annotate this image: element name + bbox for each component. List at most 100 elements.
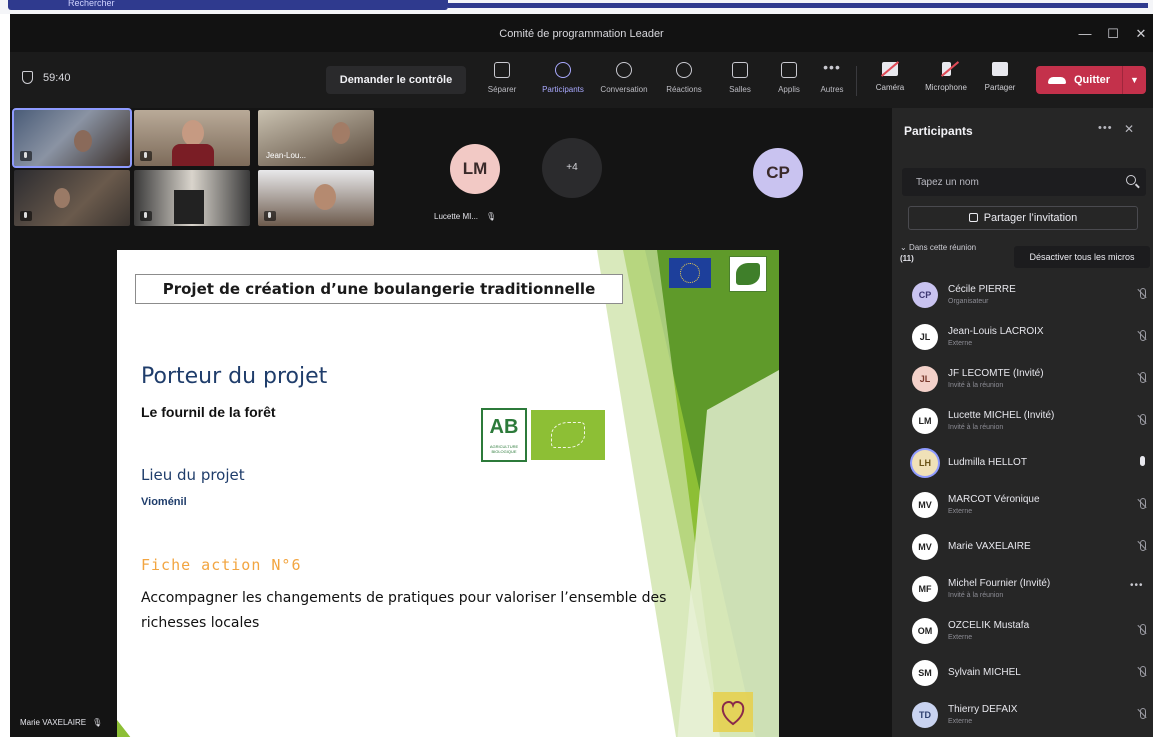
video-tile[interactable] [12,108,132,168]
mic-icon: 🎙 [92,718,103,727]
microphone-button[interactable]: Microphone [916,62,976,92]
heart-logo [713,692,753,732]
rooms-button[interactable]: Salles [712,62,768,94]
meeting-toolbar: 59:40 Demander le contrôle Séparer Parti… [10,52,1153,108]
participant-row[interactable]: SM Sylvain MICHEL [892,652,1153,694]
more-dots-icon: ••• [823,59,841,75]
participant-name-label: Lucette MI... [434,212,479,221]
participant-row[interactable]: CP Cécile PIERRE Organisateur [892,274,1153,316]
participant-row[interactable]: JL JF LECOMTE (Invité) Invité à la réunion [892,358,1153,400]
mic-off-icon[interactable] [1137,330,1147,342]
mute-all-button[interactable]: Désactiver tous les micros [1014,246,1150,268]
chat-icon [616,62,632,78]
video-tile[interactable] [14,170,130,226]
share-icon [992,62,1008,76]
avatar: TD [912,702,938,728]
participant-name: Marie VAXELAIRE [948,541,1031,552]
share-invitation-button[interactable]: Partager l’invitation [908,206,1138,230]
participant-row[interactable]: JL Jean-Louis LACROIX Externe [892,316,1153,358]
close-icon[interactable]: ✕ [1128,23,1153,45]
participant-name: Thierry DEFAIX [948,704,1018,715]
meeting-timer: 59:40 [22,71,71,84]
avatar[interactable]: CP [753,148,803,198]
mic-icon[interactable] [1137,456,1147,468]
breakout-rooms-icon [732,62,748,78]
chevron-down-icon[interactable]: ▼ [1122,66,1146,94]
taskbar-search[interactable]: Rechercher [8,0,448,10]
participant-face [74,130,92,152]
mic-off-icon[interactable] [1137,708,1147,720]
overflow-participants[interactable]: +4 [542,138,602,198]
participant-row[interactable]: LH Ludmilla HELLOT [892,442,1153,484]
search-placeholder: Tapez un nom [916,177,979,188]
share-invitation-label: Partager l’invitation [983,212,1078,224]
microphone-label: Microphone [925,83,967,92]
participant-role: Externe [948,508,973,515]
avatar: MF [912,576,938,602]
avatar: JL [912,324,938,350]
search-input[interactable]: Tapez un nom [902,168,1146,196]
participant-silhouette [174,190,204,224]
participant-face [54,188,70,208]
chevron-down-icon: ⌄ [900,243,907,252]
mic-icon [20,151,32,161]
mic-off-icon[interactable] [1137,288,1147,300]
ab-logo-subtext: AGRICULTURE BIOLOGIQUE [489,444,519,454]
participant-role: Externe [948,718,973,725]
conversation-label: Conversation [600,85,648,94]
mic-off-icon[interactable] [1137,498,1147,510]
participant-row[interactable]: LM Lucette MICHEL (Invité) Invité à la réu… [892,400,1153,442]
people-icon [555,62,571,78]
rooms-label: Salles [729,85,751,94]
participant-row[interactable]: TD Thierry DEFAIX Externe [892,694,1153,736]
mic-off-icon[interactable] [1137,666,1147,678]
avatar: LM [912,408,938,434]
pop-out-icon [494,62,510,78]
share-button[interactable]: Partager [970,62,1030,92]
more-button[interactable]: ••• Autres [804,59,860,94]
share-invite-icon [968,213,978,222]
search-icon[interactable] [1126,175,1136,185]
taskbar-accent [448,3,1148,8]
separate-button[interactable]: Séparer [474,62,530,94]
close-icon[interactable]: ✕ [1124,122,1134,136]
participant-row[interactable]: OM OZCELIK Mustafa Externe [892,610,1153,652]
more-label: Autres [820,85,844,94]
video-tile[interactable]: Jean-Lou... [258,110,374,166]
video-tile[interactable] [134,170,250,226]
participant-name: Jean-Louis LACROIX [948,326,1044,337]
more-options-icon[interactable]: ••• [1130,581,1143,594]
video-tile[interactable] [134,110,250,166]
participant-row[interactable]: MV MARCOT Véronique Externe [892,484,1153,526]
video-tile[interactable] [258,170,374,226]
request-control-button[interactable]: Demander le contrôle [326,66,466,94]
camera-button[interactable]: Caméra [860,62,920,92]
avatar: SM [912,660,938,686]
participant-row[interactable]: MF Michel Fournier (Invité) Invité à la ré… [892,568,1153,610]
participant-role: Organisateur [948,298,989,305]
mic-icon: 🎙 [486,212,497,221]
section-header[interactable]: ⌄ Dans cette réunion (11) [900,242,976,264]
conversation-button[interactable]: Conversation [596,62,652,94]
mic-off-icon[interactable] [1137,372,1147,384]
shield-icon [22,71,33,84]
participants-button[interactable]: Participants [535,62,591,94]
mic-off-icon[interactable] [1137,624,1147,636]
hand-icon [676,62,692,78]
minimize-icon[interactable]: — [1072,23,1098,45]
quit-button[interactable]: Quitter ▼ [1036,66,1146,94]
more-options-icon[interactable]: ••• [1098,122,1113,134]
slide-text-lieu: Vioménil [141,496,187,508]
mic-off-icon[interactable] [1137,540,1147,552]
mic-off-icon[interactable] [1137,414,1147,426]
reactions-button[interactable]: Réactions [656,62,712,94]
slide-heading-lieu: Lieu du projet [141,466,245,484]
avatar[interactable]: LM [450,144,500,194]
self-name-tag: Marie VAXELAIRE 🎙 [20,718,102,727]
quit-label: Quitter [1074,74,1111,86]
participant-row[interactable]: MV Marie VAXELAIRE [892,526,1153,568]
avatar: JL [912,366,938,392]
separate-label: Séparer [487,85,517,94]
maximize-icon[interactable]: ☐ [1100,23,1126,45]
slide-text-porteur: Le fournil de la forêt [141,404,276,420]
